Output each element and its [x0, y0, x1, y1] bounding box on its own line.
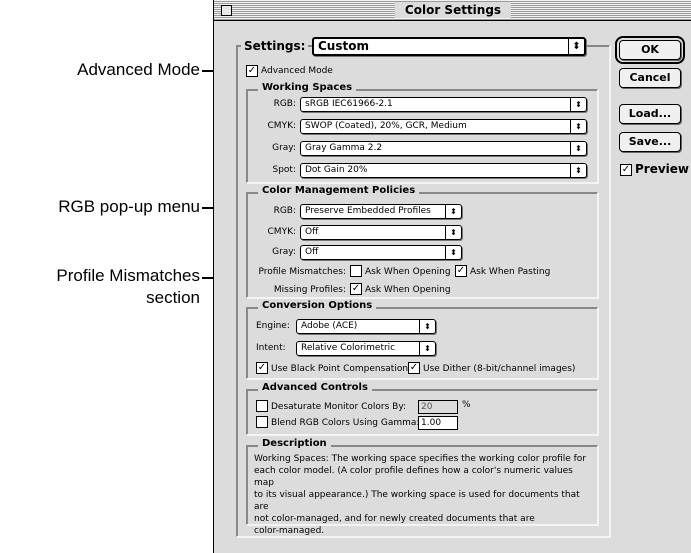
popup-arrows-icon: ⬍	[419, 342, 435, 355]
settings-label: Settings:	[241, 38, 309, 54]
ask-when-pasting-checkbox[interactable]: ✓	[455, 265, 467, 277]
ws-rgb-label: RGB:	[273, 99, 296, 109]
preview-label: Preview	[635, 162, 690, 176]
ask-when-pasting-label: Ask When Pasting	[470, 267, 551, 277]
profile-mismatches-label: Profile Mismatches:	[258, 267, 346, 277]
description-text: Working Spaces: The working space specif…	[254, 453, 594, 537]
advanced-controls-title: Advanced Controls	[258, 382, 372, 394]
pol-rgb-label: RGB:	[273, 206, 296, 216]
ask-when-opening-label: Ask When Opening	[365, 267, 451, 277]
desaturate-label: Desaturate Monitor Colors By:	[271, 402, 407, 412]
black-point-compensation-label: Use Black Point Compensation	[271, 364, 409, 374]
popup-arrows-icon: ⬍	[570, 164, 586, 177]
title-bar[interactable]: Color Settings	[214, 0, 691, 21]
ok-button[interactable]: OK	[615, 36, 685, 64]
engine-value: Adobe (ACE)	[301, 321, 358, 331]
save-button[interactable]: Save...	[619, 132, 681, 152]
load-button[interactable]: Load...	[619, 104, 681, 124]
description-line: Working Spaces: The working space specif…	[254, 454, 587, 464]
percent-label: %	[462, 400, 471, 410]
description-line: each color model. (A color profile defin…	[254, 466, 573, 488]
callout-advanced-mode: Advanced Mode	[77, 60, 200, 79]
policies-title: Color Management Policies	[258, 185, 420, 197]
popup-arrows-icon: ⬍	[570, 120, 586, 133]
ws-rgb-value: sRGB IEC61966-2.1	[305, 99, 393, 109]
engine-label: Engine:	[256, 321, 290, 331]
settings-popup[interactable]: Custom ⬍	[312, 37, 586, 56]
advanced-mode-checkbox[interactable]: ✓	[246, 65, 258, 77]
callout-profile-mismatches: Profile Mismatches	[56, 266, 200, 285]
pol-cmyk-popup[interactable]: Off ⬍	[300, 225, 462, 240]
pol-gray-value: Off	[305, 247, 319, 257]
cancel-button[interactable]: Cancel	[619, 68, 681, 88]
ws-cmyk-popup[interactable]: SWOP (Coated), 20%, GCR, Medium ⬍	[300, 119, 587, 134]
pol-rgb-value: Preserve Embedded Profiles	[305, 206, 431, 216]
desaturate-field[interactable]: 20	[418, 400, 458, 414]
description-line: color-managed.	[254, 526, 325, 536]
engine-popup[interactable]: Adobe (ACE) ⬍	[296, 319, 436, 334]
callout-rgb-popup: RGB pop-up menu	[58, 197, 200, 216]
ws-cmyk-value: SWOP (Coated), 20%, GCR, Medium	[305, 121, 467, 131]
popup-arrows-icon: ⬍	[445, 246, 461, 259]
popup-arrows-icon: ⬍	[445, 226, 461, 239]
preview-checkbox[interactable]: ✓	[620, 164, 632, 176]
intent-value: Relative Colorimetric	[301, 343, 396, 353]
pol-gray-label: Gray:	[272, 247, 296, 257]
ws-spot-popup[interactable]: Dot Gain 20% ⬍	[300, 163, 587, 178]
description-title: Description	[258, 438, 331, 450]
ws-rgb-popup[interactable]: sRGB IEC61966-2.1 ⬍	[300, 97, 587, 112]
missing-ask-when-opening-label: Ask When Opening	[365, 285, 451, 295]
blend-rgb-checkbox[interactable]	[256, 416, 268, 428]
popup-arrows-icon: ⬍	[570, 142, 586, 155]
color-settings-dialog: Color Settings Settings: Custom ⬍ ✓ Adva…	[213, 0, 691, 553]
popup-arrows-icon: ⬍	[445, 205, 461, 218]
callout-profile-mismatches-2: section	[146, 288, 200, 307]
advanced-mode-label: Advanced Mode	[261, 66, 333, 76]
ws-spot-label: Spot:	[272, 165, 297, 175]
description-line: not color-managed, and for newly created…	[254, 514, 535, 524]
conversion-title: Conversion Options	[258, 300, 377, 312]
ask-when-opening-checkbox[interactable]	[350, 265, 362, 277]
intent-label: Intent:	[256, 343, 286, 353]
ws-gray-popup[interactable]: Gray Gamma 2.2 ⬍	[300, 141, 587, 156]
intent-popup[interactable]: Relative Colorimetric ⬍	[296, 341, 436, 356]
missing-ask-when-opening-checkbox[interactable]: ✓	[350, 283, 362, 295]
close-box-icon[interactable]	[221, 5, 232, 16]
missing-profiles-label: Missing Profiles:	[273, 285, 346, 295]
desaturate-checkbox[interactable]	[256, 400, 268, 412]
use-dither-label: Use Dither (8-bit/channel images)	[423, 364, 576, 374]
ws-spot-value: Dot Gain 20%	[305, 165, 368, 175]
window-title: Color Settings	[394, 2, 512, 18]
popup-arrows-icon: ⬍	[419, 320, 435, 333]
description-line: to its visual appearance.) The working s…	[254, 490, 580, 512]
pol-gray-popup[interactable]: Off ⬍	[300, 245, 462, 260]
ws-gray-value: Gray Gamma 2.2	[305, 143, 383, 153]
pol-cmyk-value: Off	[305, 227, 319, 237]
settings-value: Custom	[318, 39, 369, 53]
pol-cmyk-label: CMYK:	[267, 227, 296, 237]
popup-arrows-icon: ⬍	[568, 39, 584, 54]
pol-rgb-popup[interactable]: Preserve Embedded Profiles ⬍	[300, 204, 462, 219]
ws-cmyk-label: CMYK:	[267, 121, 296, 131]
ws-gray-label: Gray:	[272, 143, 296, 153]
black-point-compensation-checkbox[interactable]: ✓	[256, 362, 268, 374]
blend-gamma-field[interactable]: 1.00	[418, 416, 458, 430]
working-spaces-title: Working Spaces	[258, 82, 357, 94]
blend-rgb-label: Blend RGB Colors Using Gamma:	[271, 418, 420, 428]
use-dither-checkbox[interactable]: ✓	[408, 362, 420, 374]
popup-arrows-icon: ⬍	[570, 98, 586, 111]
